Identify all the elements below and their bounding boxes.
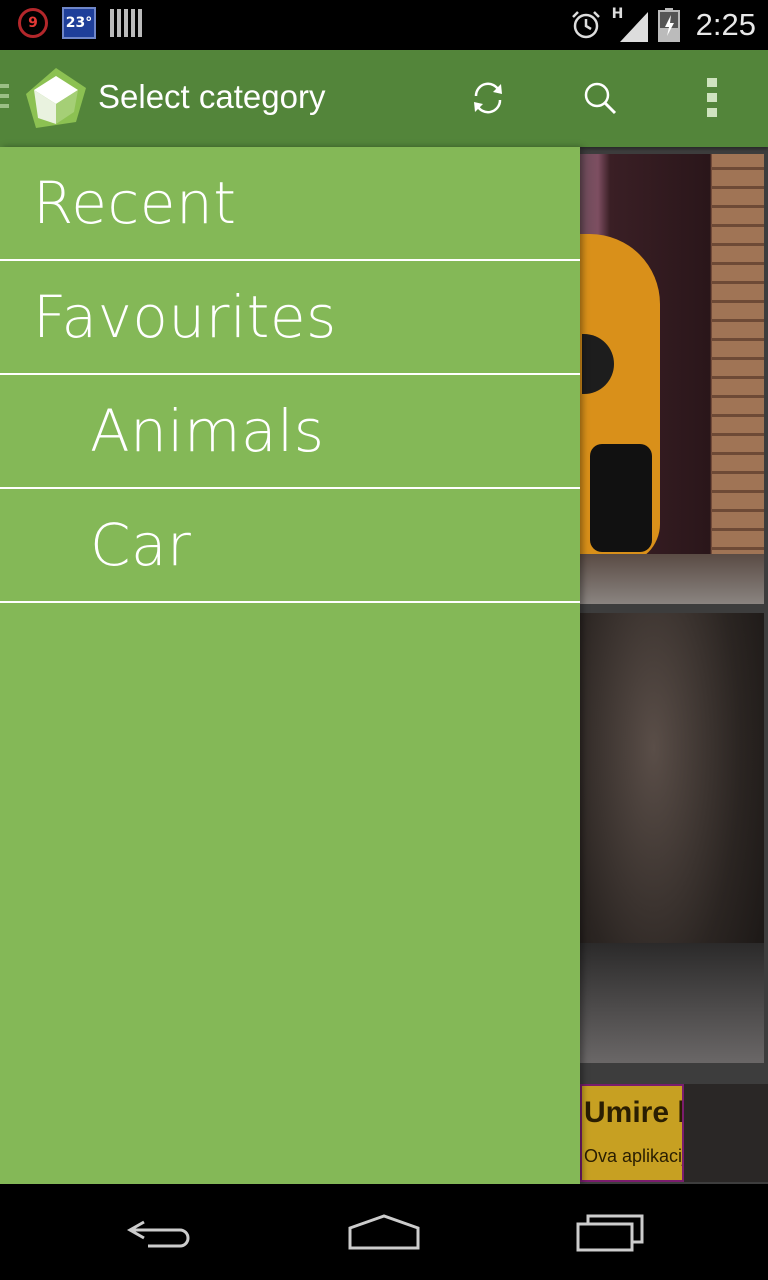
search-button[interactable]: [572, 70, 628, 126]
back-icon: [126, 1220, 190, 1248]
weather-icon: 23°: [62, 7, 96, 39]
ad-banner[interactable]: Umire baterija brzo? Ova aplikacija to m…: [580, 1084, 684, 1182]
screen-title: Select category: [98, 78, 326, 115]
back-button[interactable]: [110, 1202, 210, 1262]
circle-count-icon: 9: [18, 8, 48, 38]
ad-subtitle: Ova aplikacija to može popraviti: [584, 1146, 683, 1166]
app-logo-icon[interactable]: [24, 66, 88, 130]
drawer-item-recent[interactable]: Recent: [0, 147, 580, 261]
brick-wall: [712, 154, 764, 604]
overflow-menu-icon: [707, 78, 717, 117]
home-icon: [348, 1214, 420, 1250]
photo-tile-interior[interactable]: [580, 613, 764, 1063]
system-nav-bar: [0, 1184, 768, 1280]
navigation-drawer: Recent Favourites Animals Car: [0, 147, 580, 1184]
battery-charging-icon: [657, 8, 680, 42]
search-icon: [584, 82, 617, 115]
recent-apps-button[interactable]: [560, 1202, 660, 1262]
menu-icon[interactable]: [0, 84, 9, 114]
drawer-item-label: Favourites: [33, 283, 337, 351]
status-right: H 2:25: [570, 0, 756, 50]
signal-icon: H: [612, 6, 648, 42]
status-left: 9 23°: [18, 7, 142, 39]
action-bar: Select category: [0, 50, 768, 147]
photo-floor: [580, 554, 764, 604]
notification-count: 9: [28, 15, 38, 31]
ad-image: [684, 1084, 768, 1182]
overflow-menu-button[interactable]: [684, 70, 740, 126]
drawer-item-label: Car: [90, 511, 192, 579]
drawer-item-label: Recent: [33, 169, 237, 237]
ad-title: Umire baterija brzo?: [584, 1096, 682, 1129]
drawer-item-favourites[interactable]: Favourites: [0, 261, 580, 375]
photo-tile-car[interactable]: [580, 154, 764, 604]
photo-strip: [580, 943, 764, 1063]
car-wheel: [590, 444, 652, 552]
barcode-icon: [110, 9, 142, 37]
temperature: 23°: [65, 15, 93, 31]
status-bar: 9 23° H 2:25: [0, 0, 768, 50]
alarm-icon: [571, 11, 600, 39]
drawer-item-car[interactable]: Car: [0, 489, 580, 603]
drawer-item-animals[interactable]: Animals: [0, 375, 580, 489]
clock: 2:25: [695, 7, 756, 42]
refresh-icon: [474, 82, 502, 114]
refresh-button[interactable]: [460, 70, 516, 126]
drawer-item-label: Animals: [90, 397, 325, 465]
recent-apps-icon: [576, 1214, 644, 1252]
home-button[interactable]: [334, 1202, 434, 1262]
